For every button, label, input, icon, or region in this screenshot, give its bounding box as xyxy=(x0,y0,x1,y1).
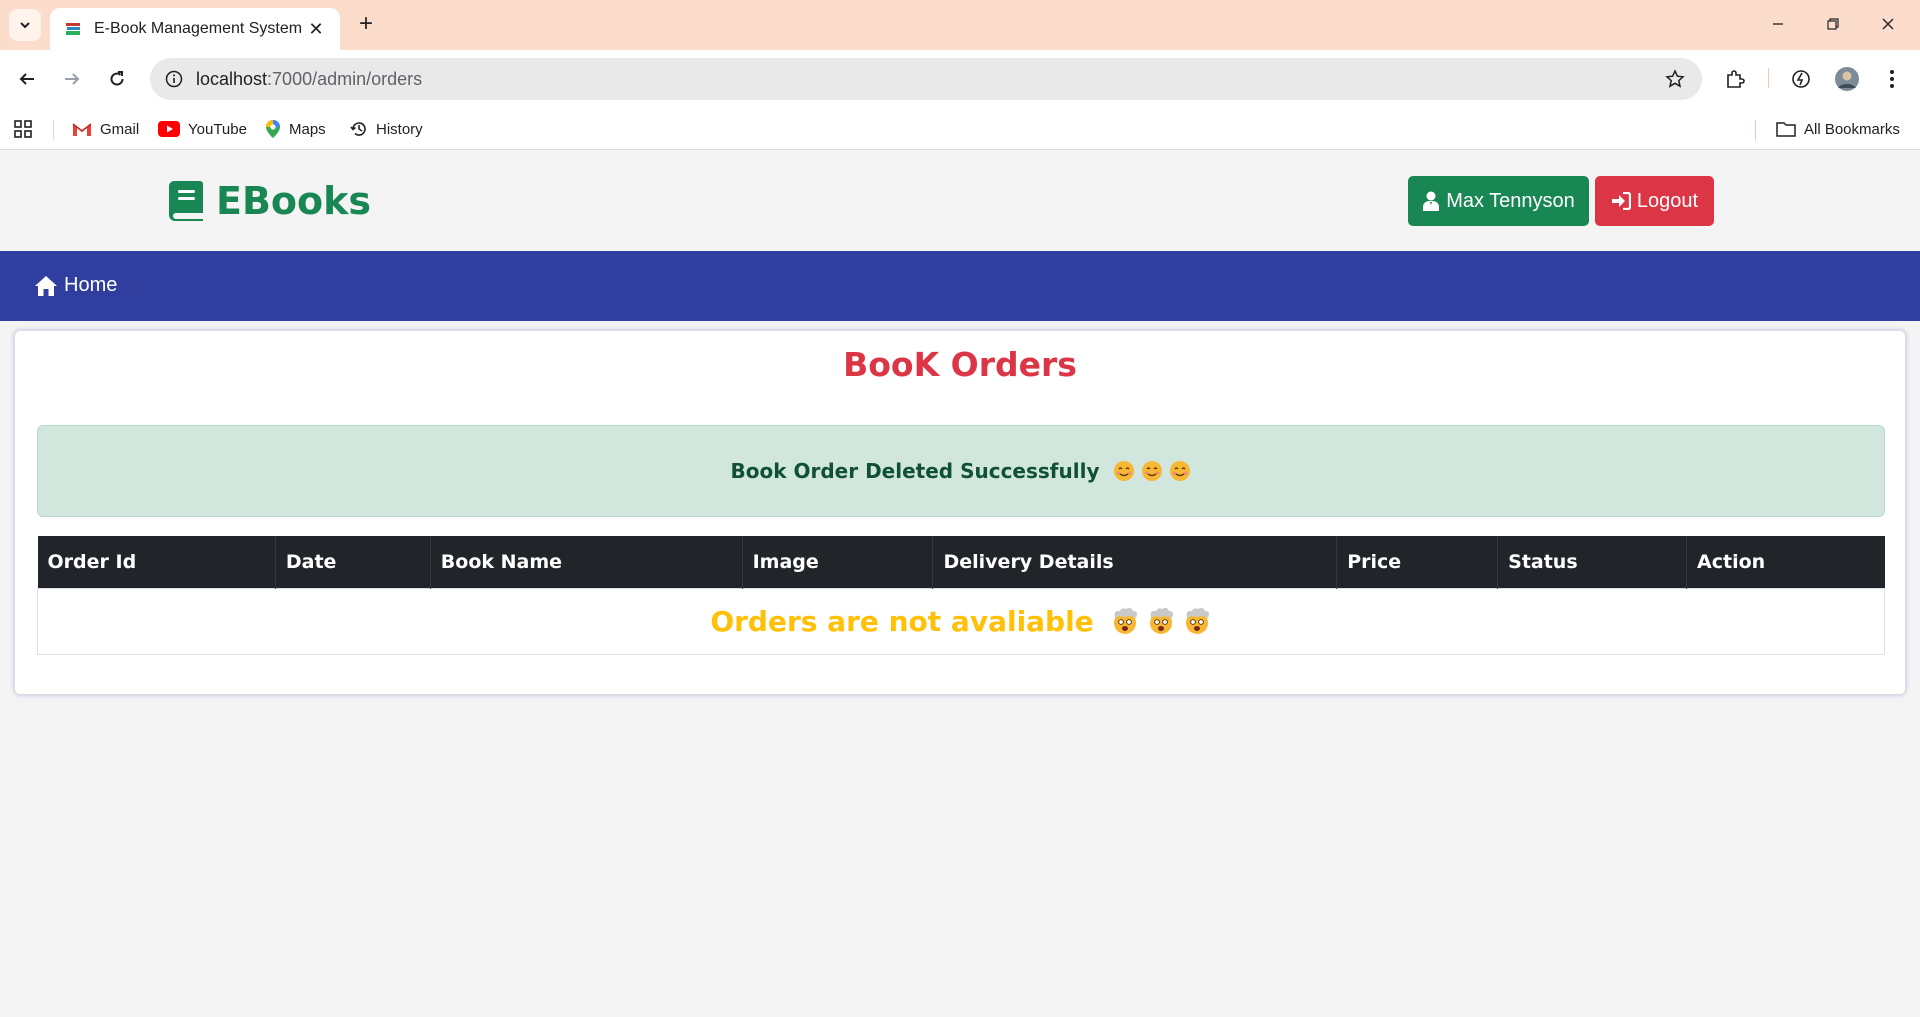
youtube-icon xyxy=(158,121,180,137)
gmail-icon xyxy=(72,121,92,137)
maps-icon xyxy=(265,119,281,139)
mind-blown-emoji-icon xyxy=(1113,607,1137,634)
smile-emoji-group xyxy=(1107,460,1191,482)
main-navbar: Home xyxy=(0,251,1920,321)
new-tab-button[interactable]: + xyxy=(352,10,380,38)
mind-blown-emoji-icon xyxy=(1185,607,1209,634)
performance-icon[interactable] xyxy=(1784,62,1818,96)
arrow-left-icon xyxy=(19,73,34,85)
forward-button[interactable] xyxy=(55,62,89,96)
folder-icon xyxy=(1776,121,1796,137)
user-profile-button[interactable]: Max Tennyson xyxy=(1408,176,1589,226)
nav-home-label: Home xyxy=(64,274,118,296)
brand-name: EBooks xyxy=(216,179,372,223)
orders-card: BooK Orders Book Order Deleted Successfu… xyxy=(14,330,1906,695)
minimize-icon[interactable] xyxy=(1758,8,1798,40)
address-bar[interactable]: localhost:7000/admin/orders xyxy=(150,58,1702,100)
user-name: Max Tennyson xyxy=(1446,189,1575,212)
toolbar-separator xyxy=(1768,68,1769,88)
chevron-down-icon xyxy=(20,22,30,29)
tab-search-button[interactable] xyxy=(9,9,41,41)
column-header: Order Id xyxy=(37,536,276,588)
empty-message-text: Orders are not avaliable xyxy=(710,604,1094,638)
table-row: Orders are not avaliable xyxy=(37,587,1885,655)
empty-row-cell: Orders are not avaliable xyxy=(37,587,1885,655)
bookmark-star-icon[interactable] xyxy=(1664,68,1686,90)
column-header: Delivery Details xyxy=(932,536,1338,588)
smile-emoji-icon xyxy=(1114,461,1135,481)
alert-message: Book Order Deleted Successfully xyxy=(730,459,1100,483)
logout-label: Logout xyxy=(1636,189,1699,212)
books-favicon-icon xyxy=(64,20,82,38)
nav-home-link[interactable]: Home xyxy=(34,274,117,297)
book-icon xyxy=(169,181,203,221)
site-header: EBooks Max Tennyson Logout xyxy=(0,151,1920,251)
back-button[interactable] xyxy=(10,62,44,96)
url-path: :7000/admin/orders xyxy=(267,68,423,89)
sign-in-icon xyxy=(1611,192,1631,210)
all-bookmarks-button[interactable]: All Bookmarks xyxy=(1776,118,1900,140)
bookmark-history[interactable]: History xyxy=(350,118,423,140)
restore-icon[interactable] xyxy=(1813,8,1853,40)
user-icon xyxy=(1422,191,1440,211)
column-header: Status xyxy=(1497,536,1688,588)
orders-table: Order Id Date Book Name Image Delivery D… xyxy=(37,536,1885,655)
logout-button[interactable]: Logout xyxy=(1595,176,1714,226)
column-header: Price xyxy=(1336,536,1499,588)
bookmark-maps[interactable]: Maps xyxy=(265,118,326,140)
smile-emoji-icon xyxy=(1142,461,1163,481)
bookmark-label: YouTube xyxy=(188,120,247,138)
arrow-right-icon xyxy=(65,73,80,85)
column-header: Book Name xyxy=(430,536,743,588)
url-text: localhost:7000/admin/orders xyxy=(196,69,422,90)
bookmark-label: Gmail xyxy=(100,120,140,138)
table-header-row: Order Id Date Book Name Image Delivery D… xyxy=(37,536,1885,588)
tab-title: E-Book Management System xyxy=(94,20,303,37)
apps-grid-icon[interactable] xyxy=(14,118,32,140)
empty-orders-message: Orders are not avaliable xyxy=(710,605,1211,638)
bookmark-separator xyxy=(53,120,54,140)
column-header: Date xyxy=(275,536,431,588)
close-window-icon[interactable] xyxy=(1868,8,1908,40)
success-alert: Book Order Deleted Successfully xyxy=(37,425,1885,517)
brand-logo[interactable]: EBooks xyxy=(168,179,371,223)
page-title: BooK Orders xyxy=(843,345,1077,384)
bookmark-label: Maps xyxy=(289,120,326,138)
mind-blown-emoji-group xyxy=(1104,606,1212,636)
menu-dots-icon[interactable] xyxy=(1875,62,1909,96)
column-header: Image xyxy=(742,536,934,588)
close-tab-icon[interactable]: ✕ xyxy=(306,19,326,39)
bookmark-gmail[interactable]: Gmail xyxy=(72,118,139,140)
bookmarks-bar: Gmail YouTube Maps History All Bookmarks xyxy=(0,108,1920,150)
all-bookmarks-label: All Bookmarks xyxy=(1804,120,1900,138)
history-icon xyxy=(350,120,368,138)
browser-tabstrip: E-Book Management System ✕ + xyxy=(0,0,1920,50)
bookmark-label: History xyxy=(376,120,423,138)
column-header: Action xyxy=(1686,536,1885,588)
browser-tab[interactable]: E-Book Management System ✕ xyxy=(50,8,340,50)
site-info-icon[interactable] xyxy=(164,69,184,89)
url-host: localhost xyxy=(196,68,268,89)
home-icon xyxy=(34,275,58,297)
profile-avatar[interactable] xyxy=(1830,62,1864,96)
bookmark-separator xyxy=(1755,120,1756,140)
reload-button[interactable] xyxy=(100,62,134,96)
smile-emoji-icon xyxy=(1170,461,1191,481)
reload-icon xyxy=(110,71,124,86)
mind-blown-emoji-icon xyxy=(1149,607,1173,634)
extensions-icon[interactable] xyxy=(1718,62,1752,96)
browser-toolbar: localhost:7000/admin/orders xyxy=(0,50,1920,108)
bookmark-youtube[interactable]: YouTube xyxy=(158,118,247,140)
